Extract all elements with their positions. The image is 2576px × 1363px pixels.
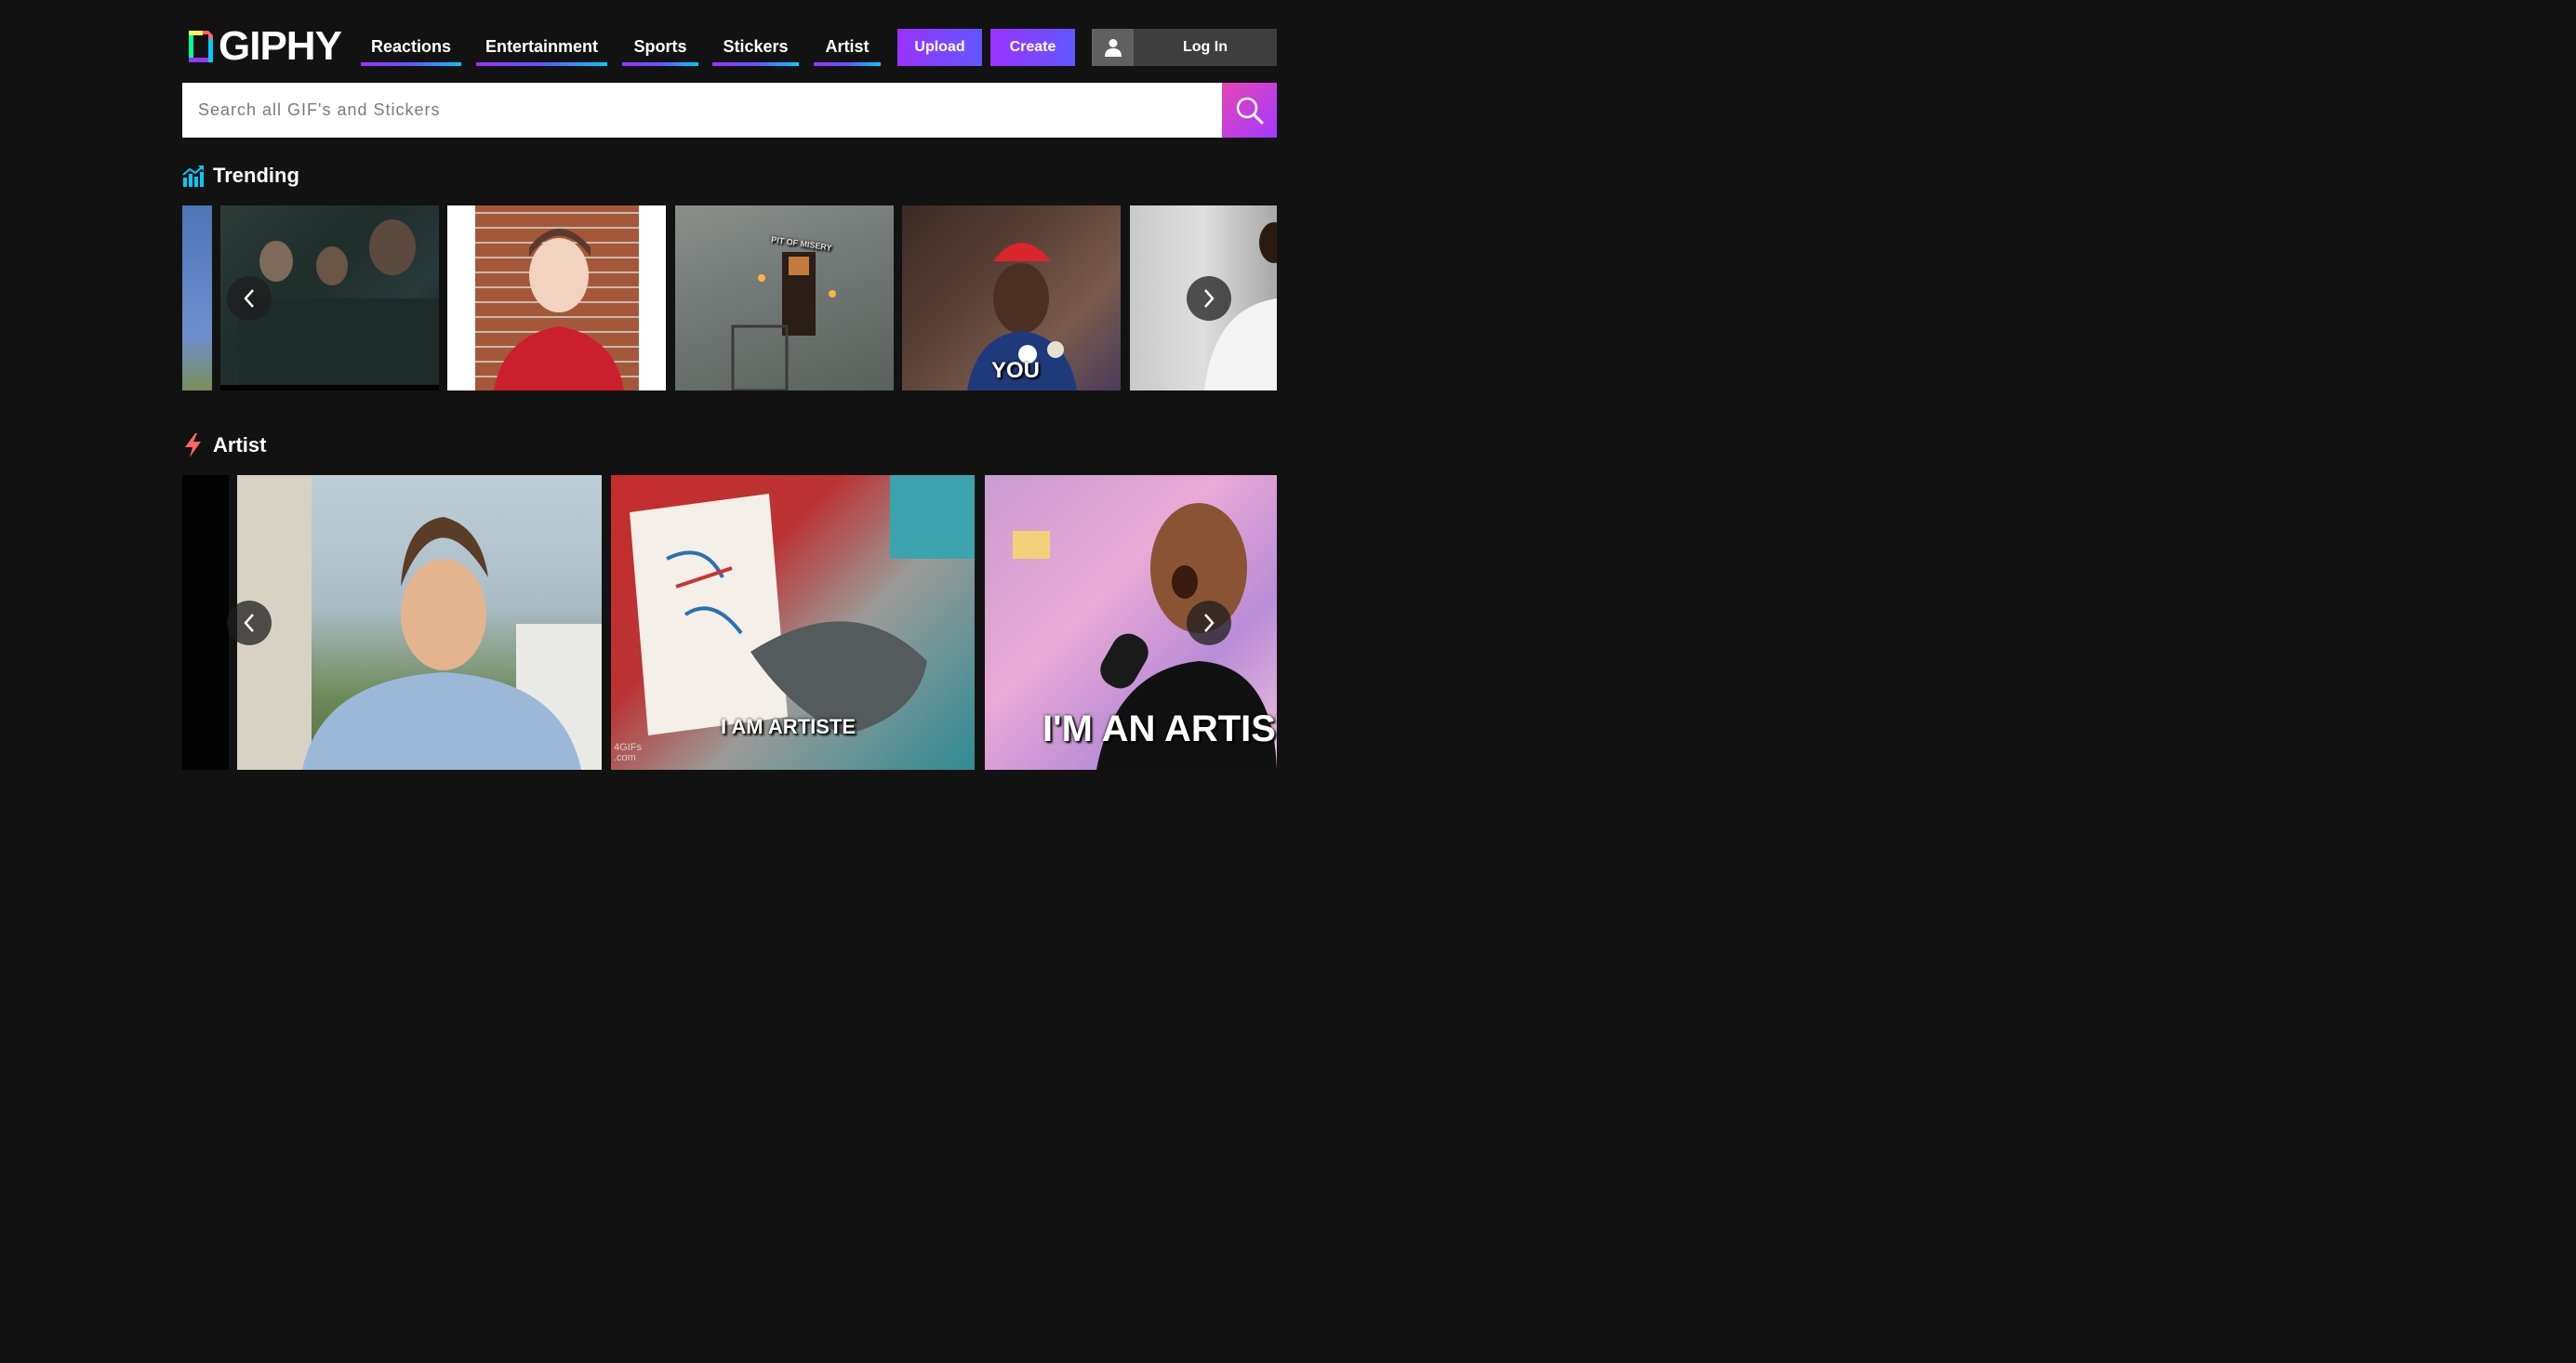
artist-gif-tile[interactable]: I'M AN ARTIST: [985, 475, 1277, 770]
trending-title: Trending: [213, 164, 299, 187]
nav-sports[interactable]: Sports: [622, 28, 698, 66]
lightning-icon: [185, 433, 201, 457]
nav-reactions-underline: [361, 62, 461, 66]
artist-heading: Artist: [182, 432, 266, 458]
watermark-text: 4GIFs .com: [614, 742, 642, 763]
giphy-logo-icon: [189, 31, 213, 62]
chevron-right-icon: [1204, 289, 1215, 308]
create-button[interactable]: Create: [990, 29, 1075, 66]
artist-gif-tile[interactable]: I AM ARTISTE 4GIFs .com: [611, 475, 975, 770]
you-caption: YOU: [991, 358, 1041, 383]
trending-icon: [182, 165, 204, 187]
trending-prev-button[interactable]: [227, 276, 272, 321]
artist-prev-button[interactable]: [227, 601, 272, 645]
brand-name: GIPHY: [219, 23, 342, 69]
search-icon: [1236, 97, 1263, 124]
artist-gif-tile[interactable]: [237, 475, 602, 770]
nav-artist[interactable]: Artist: [814, 28, 881, 66]
nav-entertainment[interactable]: Entertainment: [476, 28, 607, 66]
trending-heading: Trending: [182, 163, 299, 189]
artist-next-button[interactable]: [1187, 601, 1231, 645]
nav-reactions-label: Reactions: [370, 37, 452, 56]
giphy-logo[interactable]: GIPHY: [189, 23, 342, 69]
nav-entertainment-label: Entertainment: [485, 37, 599, 56]
login-button[interactable]: Log In: [1092, 29, 1277, 66]
nav-entertainment-underline: [476, 62, 607, 66]
nav-artist-label: Artist: [825, 37, 870, 56]
i-am-artiste-caption: I AM ARTISTE: [721, 715, 856, 738]
search-input[interactable]: [182, 83, 1222, 138]
search-button[interactable]: [1222, 83, 1277, 138]
trending-gif-tile[interactable]: PIT OF MISERY: [675, 205, 894, 390]
nav-artist-underline: [814, 62, 881, 66]
trending-gif-tile[interactable]: YOU: [902, 205, 1121, 390]
trending-next-button[interactable]: [1187, 276, 1231, 321]
nav-reactions[interactable]: Reactions: [361, 28, 461, 66]
trending-gif-tile[interactable]: [447, 205, 666, 390]
artist-title: Artist: [213, 433, 267, 457]
chevron-left-icon: [244, 614, 254, 632]
nav-stickers-underline: [712, 62, 799, 66]
im-an-artist-caption: I'M AN ARTIST: [1042, 708, 1277, 749]
search-bar: [182, 83, 1222, 138]
nav-sports-label: Sports: [633, 37, 687, 56]
nav-sports-underline: [622, 62, 698, 66]
chevron-right-icon: [1204, 614, 1215, 632]
chevron-left-icon: [244, 289, 254, 308]
trending-gif-tile[interactable]: [182, 205, 212, 390]
login-label: Log In: [1183, 39, 1228, 55]
upload-button[interactable]: Upload: [897, 29, 982, 66]
user-icon: [1092, 29, 1134, 66]
artist-gif-tile[interactable]: [182, 475, 229, 770]
nav-stickers-label: Stickers: [723, 37, 789, 56]
nav-stickers[interactable]: Stickers: [712, 28, 799, 66]
